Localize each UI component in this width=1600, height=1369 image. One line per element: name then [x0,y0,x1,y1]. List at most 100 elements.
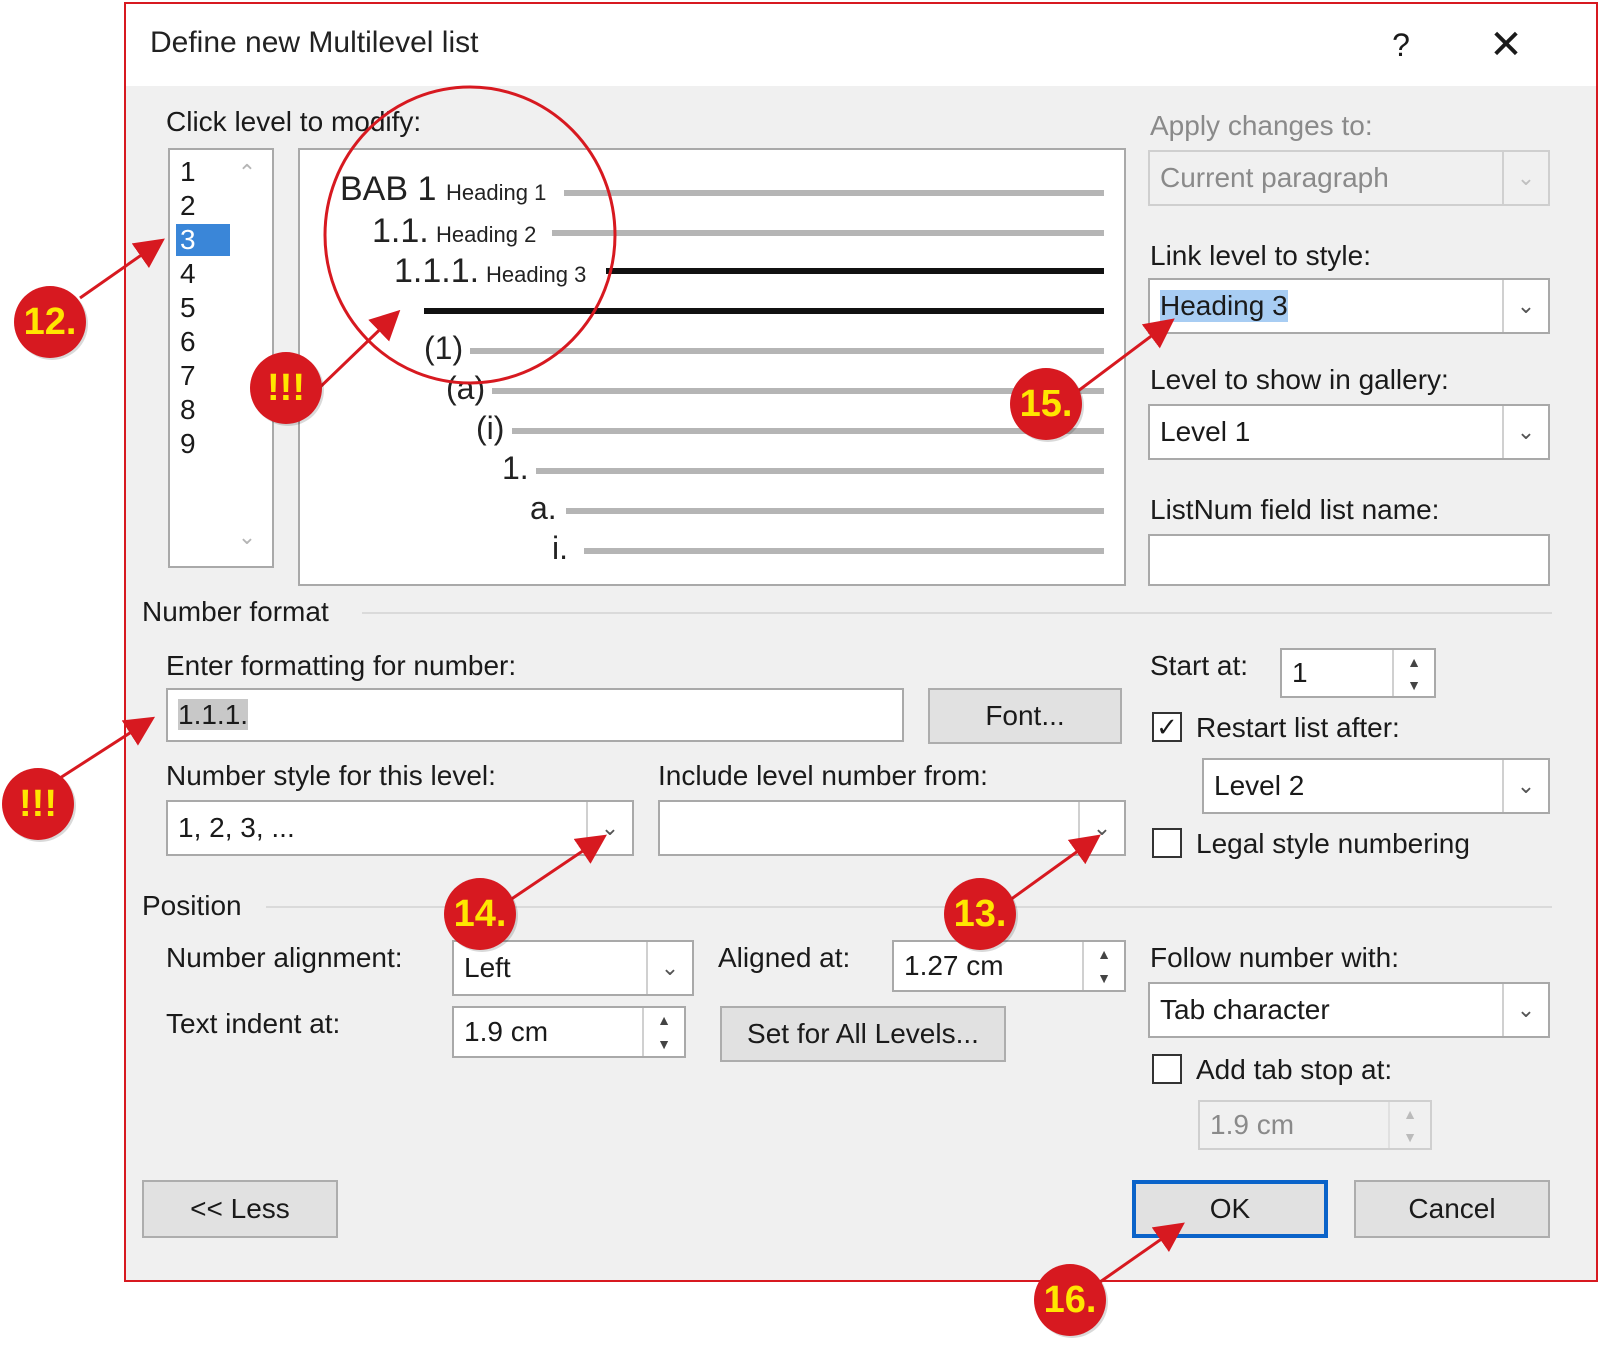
gallery-level-select[interactable]: Level 1 ⌄ [1148,404,1550,460]
set-all-levels-button[interactable]: Set for All Levels... [720,1006,1006,1062]
step-15-marker: 15. [1010,368,1082,440]
preview-level-5-number: (a) [446,370,486,406]
text-indent-value: 1.9 cm [464,1016,549,1047]
dialog-title: Define new Multilevel list [150,26,479,59]
chevron-down-icon: ⌄ [1502,152,1548,204]
chevron-down-icon[interactable]: ⌄ [1502,406,1548,458]
spin-down-icon[interactable]: ▼ [644,1032,684,1056]
preview-level-2-number: 1.1. [372,212,429,250]
follow-number-label: Follow number with: [1150,942,1399,973]
spin-down-icon: ▼ [1403,1128,1417,1145]
preview-line [552,230,1104,236]
apply-changes-value: Current paragraph [1160,162,1389,193]
spin-down-icon[interactable]: ▼ [1394,673,1434,696]
level-item-9[interactable]: 9 [176,428,230,460]
chevron-down-icon[interactable]: ⌄ [1502,984,1548,1036]
spin-up-icon[interactable]: ▲ [1394,650,1434,673]
aligned-at-input[interactable]: 1.27 cm ▲ ▼ [892,940,1126,992]
chevron-down-icon[interactable]: ⌄ [646,942,692,994]
legal-style-checkbox[interactable] [1152,828,1182,858]
spin-down-icon[interactable]: ▼ [1084,966,1124,990]
position-group-label: Position [142,890,242,921]
spin-up-icon[interactable]: ▲ [644,1008,684,1032]
start-at-spinner[interactable]: ▲ ▼ [1392,650,1434,696]
level-item-4[interactable]: 4 [176,258,230,290]
level-item-1[interactable]: 1 [176,156,230,188]
step-13-marker: 13. [944,878,1016,950]
chevron-down-icon[interactable]: ⌄ [1502,760,1548,812]
gallery-level-label: Level to show in gallery: [1150,364,1449,395]
number-format-value: 1.1.1. [178,699,249,730]
number-style-select[interactable]: 1, 2, 3, ... ⌄ [166,800,634,856]
preview-heading-3: Heading 3 [486,262,587,287]
text-indent-spinner[interactable]: ▲ ▼ [642,1008,684,1056]
preview-heading-2: Heading 2 [436,222,537,247]
help-button[interactable]: ? [1376,20,1426,70]
legal-style-label: Legal style numbering [1196,828,1470,859]
number-alignment-label: Number alignment: [166,942,403,973]
chevron-down-icon[interactable]: ⌄ [1078,802,1124,854]
preview-line-selected [424,308,1104,314]
preview-line [584,548,1104,554]
preview-level-9-number: i. [552,530,568,566]
level-item-6[interactable]: 6 [176,326,230,358]
number-format-input[interactable]: 1.1.1. [166,688,904,742]
preview-level-7-number: 1. [502,450,529,486]
scroll-down-icon[interactable]: ⌄ [232,524,262,550]
link-style-value: Heading 3 [1160,290,1288,322]
aligned-at-spinner[interactable]: ▲ ▼ [1082,942,1124,990]
tab-stop-spinner: ▲ ▼ [1388,1102,1430,1148]
preview-line [566,508,1104,514]
gallery-level-value: Level 1 [1160,416,1251,447]
restart-after-select[interactable]: Level 2 ⌄ [1202,758,1550,814]
spin-up-icon[interactable]: ▲ [1084,942,1124,966]
less-button[interactable]: << Less [142,1180,338,1238]
text-indent-label: Text indent at: [166,1008,341,1039]
level-item-3[interactable]: 3 [176,224,230,256]
restart-list-label: Restart list after: [1196,712,1400,743]
aligned-at-value: 1.27 cm [904,950,1004,981]
include-level-select[interactable]: ⌄ [658,800,1126,856]
tab-stop-value: 1.9 cm [1210,1109,1295,1140]
list-preview: BAB 1 Heading 1 1.1. Heading 2 1.1.1. He… [298,148,1126,586]
scroll-up-icon[interactable]: ⌃ [232,160,262,186]
ok-button[interactable]: OK [1132,1180,1328,1238]
chevron-down-icon[interactable]: ⌄ [586,802,632,854]
preview-line [564,190,1104,196]
follow-number-value: Tab character [1160,994,1330,1025]
listnum-name-input[interactable] [1148,534,1550,586]
start-at-input[interactable]: 1 ▲ ▼ [1280,648,1436,698]
preview-level-8-number: a. [530,490,557,526]
link-style-label: Link level to style: [1150,240,1371,271]
step-12-marker: 12. [14,286,86,358]
font-button[interactable]: Font... [928,688,1122,744]
listnum-name-label: ListNum field list name: [1150,494,1440,525]
apply-changes-label: Apply changes to: [1150,110,1373,141]
text-indent-input[interactable]: 1.9 cm ▲ ▼ [452,1006,686,1058]
chevron-down-icon[interactable]: ⌄ [1502,280,1548,332]
preview-level-3-number: 1.1.1. [394,252,480,290]
level-list[interactable]: 1 2 3 4 5 6 7 8 9 ⌃ ⌄ [168,148,274,568]
warning-marker-format: !!! [2,768,74,840]
step-16-marker: 16. [1034,1264,1106,1336]
add-tab-stop-checkbox[interactable] [1152,1054,1182,1084]
level-item-2[interactable]: 2 [176,190,230,222]
restart-list-checkbox[interactable]: ✓ [1152,712,1182,742]
preview-line [536,468,1104,474]
level-item-7[interactable]: 7 [176,360,230,392]
enter-format-label: Enter formatting for number: [166,650,517,681]
number-style-label: Number style for this level: [166,760,496,791]
start-at-value: 1 [1292,657,1308,688]
close-icon[interactable]: ✕ [1476,18,1536,72]
link-style-select[interactable]: Heading 3 ⌄ [1148,278,1550,334]
group-divider [362,612,1552,614]
preview-heading-1: Heading 1 [446,180,547,205]
multilevel-list-dialog: Define new Multilevel list ? ✕ Click lev… [124,2,1598,1282]
level-item-5[interactable]: 5 [176,292,230,324]
apply-changes-select: Current paragraph ⌄ [1148,150,1550,206]
follow-number-select[interactable]: Tab character ⌄ [1148,982,1550,1038]
preview-line [470,348,1104,354]
title-bar: Define new Multilevel list ? ✕ [126,4,1596,86]
cancel-button[interactable]: Cancel [1354,1180,1550,1238]
level-item-8[interactable]: 8 [176,394,230,426]
